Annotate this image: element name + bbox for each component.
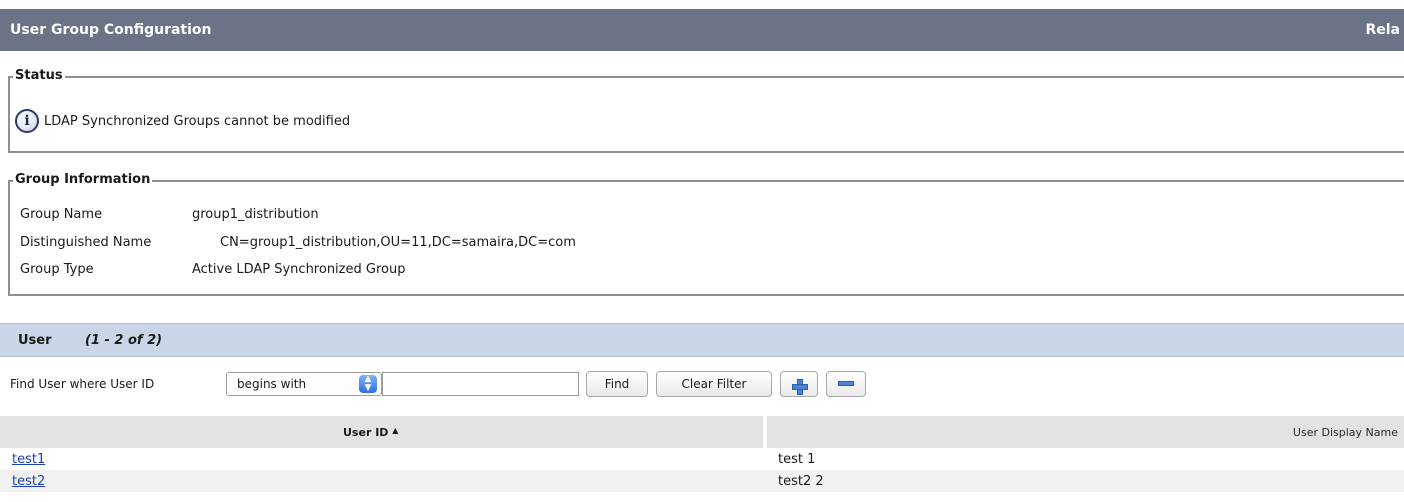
user-search-row: Find User where User ID begins with ▲ ▼ F… [0, 368, 1404, 400]
group-name-value: group1_distribution [192, 207, 319, 222]
select-arrows-icon: ▲ ▼ [359, 375, 377, 393]
find-button[interactable]: Find [586, 371, 648, 397]
user-section-header: User (1 - 2 of 2) [0, 323, 1404, 357]
group-name-label: Group Name [20, 207, 103, 222]
user-section-label: User [18, 333, 52, 348]
user-display-name: test 1 [778, 452, 816, 467]
remove-filter-button[interactable] [826, 371, 866, 397]
page-title: User Group Configuration [10, 22, 212, 38]
table-header-row: User ID ▲ User Display Name [0, 416, 1404, 448]
sort-ascending-icon: ▲ [392, 426, 399, 435]
clear-filter-button[interactable]: Clear Filter [656, 371, 772, 397]
users-table: User ID ▲ User Display Name test1 test 1… [0, 416, 1404, 492]
column-header-user-id[interactable]: User ID ▲ [0, 416, 765, 448]
find-user-label: Find User where User ID [10, 377, 155, 391]
header-bar: User Group Configuration Rela [0, 9, 1404, 51]
user-count: (1 - 2 of 2) [85, 333, 163, 348]
search-operator-value: begins with [237, 377, 307, 391]
group-information-section: Group Information Group Name group1_dist… [8, 172, 1404, 296]
user-display-name: test2 2 [778, 474, 824, 489]
plus-icon [792, 379, 808, 395]
user-id-header-text: User ID ▲ [343, 426, 398, 439]
user-id-link[interactable]: test1 [12, 452, 45, 467]
distinguished-name-label: Distinguished Name [20, 235, 152, 250]
display-name-header-label: User Display Name [1292, 426, 1398, 439]
group-type-label: Group Type [20, 262, 94, 277]
table-row: test1 test 1 [0, 448, 1404, 470]
table-row: test2 test2 2 [0, 470, 1404, 492]
distinguished-name-value: CN=group1_distribution,OU=11,DC=samaira,… [220, 235, 576, 250]
user-id-link[interactable]: test2 [12, 474, 45, 489]
search-input[interactable] [382, 372, 579, 396]
column-header-display-name[interactable]: User Display Name [767, 416, 1404, 448]
status-message: LDAP Synchronized Groups cannot be modif… [44, 114, 351, 129]
minus-icon [838, 381, 854, 386]
search-operator-select[interactable]: begins with ▲ ▼ [226, 372, 382, 396]
group-information-legend: Group Information [13, 172, 153, 187]
status-section: Status i LDAP Synchronized Groups cannot… [8, 68, 1404, 153]
related-links[interactable]: Rela [1365, 22, 1400, 38]
info-icon: i [15, 109, 39, 133]
user-id-header-label: User ID [343, 426, 389, 439]
add-filter-button[interactable] [780, 371, 818, 397]
group-type-value: Active LDAP Synchronized Group [192, 262, 406, 277]
status-legend: Status [13, 68, 65, 83]
user-group-configuration-page: User Group Configuration Rela Status i L… [0, 0, 1404, 502]
